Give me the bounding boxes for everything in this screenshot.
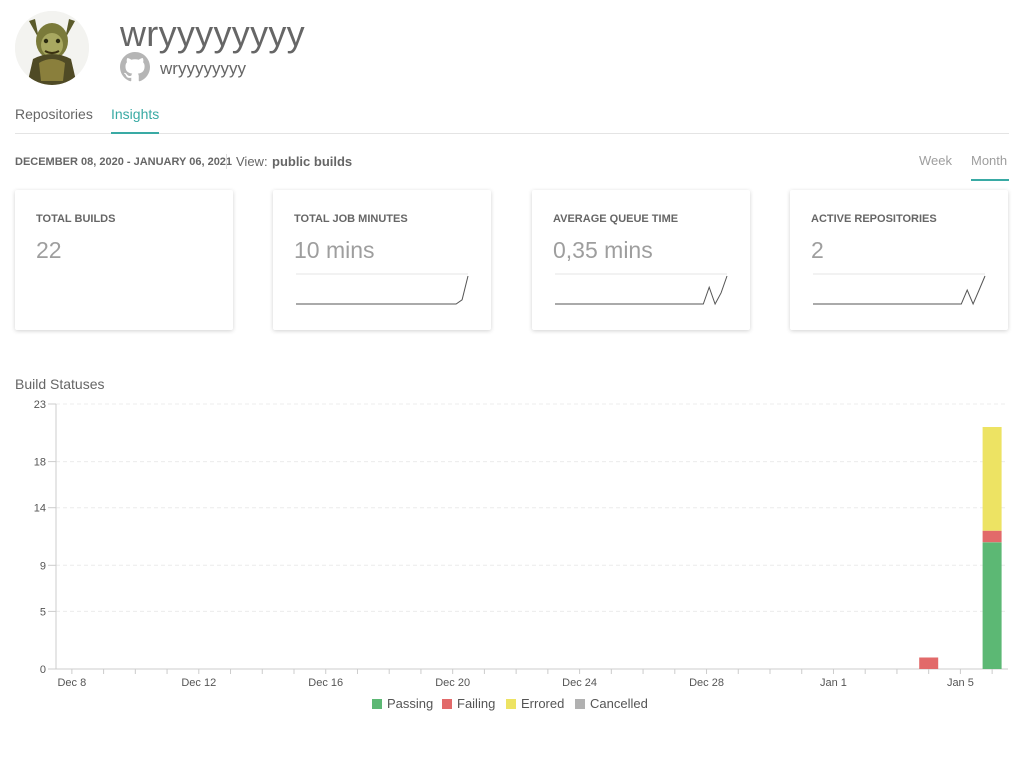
github-icon[interactable] [120,52,150,82]
card-title: TOTAL BUILDS [36,213,116,225]
x-tick-label: Dec 20 [435,677,470,689]
card-title: AVERAGE QUEUE TIME [553,213,679,225]
legend-label: Errored [521,696,565,711]
date-range: DECEMBER 08, 2020 - JANUARY 06, 2021 [15,156,233,168]
y-tick-label: 14 [34,503,46,515]
job-minutes-sparkline [296,273,469,305]
card-active-repositories: ACTIVE REPOSITORIES 2 [790,190,1008,330]
owner-name: wryyyyyyyy [120,13,305,54]
y-tick-label: 23 [34,399,46,411]
github-login[interactable]: wryyyyyyyy [160,59,246,79]
avatar-image [15,11,89,85]
y-tick-label: 9 [40,560,46,572]
card-value: 10 mins [294,237,375,263]
card-title: TOTAL JOB MINUTES [294,213,408,225]
legend-swatch-passing [372,699,382,709]
legend-label: Failing [457,696,496,711]
sparkline-line [296,275,469,305]
tab-insights[interactable]: Insights [111,106,160,134]
card-average-queue-time: AVERAGE QUEUE TIME 0,35 mins [532,190,750,330]
y-tick-label: 5 [40,606,46,618]
interval-month[interactable]: Month [971,153,1009,181]
card-value: 2 [811,237,824,263]
tab-repositories[interactable]: Repositories [15,106,93,133]
bar-failing-jan-4[interactable] [919,657,939,670]
active-repos-sparkline [813,273,986,306]
x-tick-label: Dec 16 [308,677,343,689]
card-value: 0,35 mins [553,237,653,263]
legend-label: Passing [387,696,434,711]
legend-swatch-errored [506,699,516,709]
card-total-job-minutes: TOTAL JOB MINUTES 10 mins [273,190,491,330]
sparkline-line [555,275,728,306]
profile-header: wryyyyyyyy wryyyyyyyy [15,11,615,91]
build-statuses-title: Build Statuses [15,376,105,392]
interval-week[interactable]: Week [919,153,952,181]
toolbar-divider [226,154,227,169]
queue-time-sparkline [555,273,728,306]
owner-tabs: Repositories Insights [15,106,1009,134]
legend-swatch-failing [442,699,452,709]
x-tick-label: Jan 5 [947,677,974,689]
card-value: 22 [36,237,62,263]
bar-failing-jan-6[interactable] [982,530,1002,543]
sparkline-line [813,275,986,306]
y-tick-label: 18 [34,457,46,469]
card-total-builds: TOTAL BUILDS 22 [15,190,233,330]
card-title: ACTIVE REPOSITORIES [811,213,937,225]
view-selector[interactable]: public builds [272,154,352,169]
x-tick-label: Dec 24 [562,677,597,689]
insights-toolbar: DECEMBER 08, 2020 - JANUARY 06, 2021 Vie… [15,153,1009,181]
avatar [15,11,89,85]
x-tick-label: Dec 8 [57,677,86,689]
legend-label: Cancelled [590,696,648,711]
build-statuses-chart: 0 5 9 14 18 23 Dec 8 Dec 12 Dec 16 Dec 20 Dec 24 De… [34,399,1008,689]
x-tick-label: Jan 1 [820,677,847,689]
view-label: View: [236,154,268,169]
x-tick-label: Dec 12 [181,677,216,689]
legend-swatch-cancelled [575,699,585,709]
y-tick-label: 0 [40,664,46,676]
bar-errored-jan-6[interactable] [982,427,1002,531]
bar-passing-jan-6[interactable] [982,542,1002,669]
x-tick-label: Dec 28 [689,677,724,689]
